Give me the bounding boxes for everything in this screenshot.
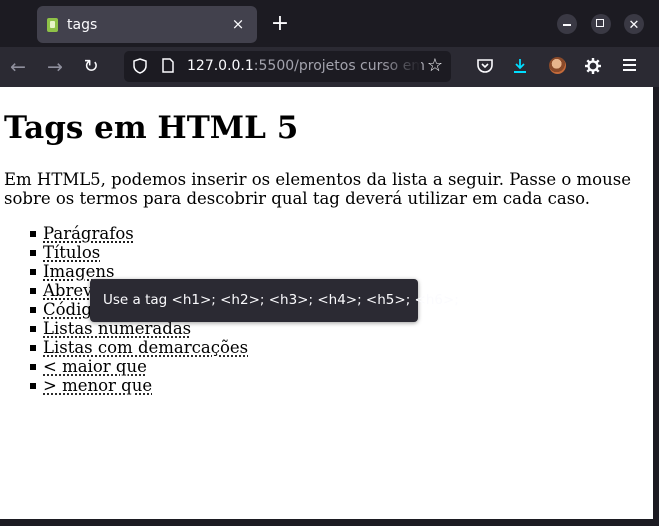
close-window-button[interactable]: ✕ [624,14,644,34]
reload-button[interactable]: ↻ [79,55,103,79]
page-info-icon[interactable] [162,58,174,73]
list-item: Parágrafos [30,224,248,243]
window-edge [653,87,659,526]
bookmark-star-icon[interactable]: ☆ [425,56,445,76]
minimize-button[interactable] [557,14,577,34]
menu-line [622,59,636,61]
avatar-image [548,57,566,74]
url-host: 127.0.0.1 [187,58,254,74]
url-fade [381,51,421,82]
tooltip: Use a tag <h1>; <h2>; <h3>; <h4>; <h5>; … [90,279,459,322]
abbr-titulos[interactable]: Títulos [43,243,100,262]
list-item: Títulos [30,243,248,262]
window-edge [0,519,659,526]
abbr-maior-que[interactable]: < maior que [43,357,147,376]
abbr-paragrafos[interactable]: Parágrafos [43,224,134,243]
maximize-icon [596,19,604,27]
list-item: Listas com demarcações [30,338,248,357]
list-item: < maior que [30,357,248,376]
abbr-listas-demarcacoes[interactable]: Listas com demarcações [43,338,248,357]
html-file-icon [47,17,58,32]
close-icon: ✕ [628,18,640,33]
browser-titlebar: tags × + ✕ [0,0,659,47]
extensions-icon[interactable] [583,56,603,76]
new-tab-button[interactable]: + [268,12,292,36]
menu-line [622,69,636,71]
minimize-icon [563,24,571,26]
menu-line [622,64,636,66]
back-button[interactable]: ← [6,55,30,79]
tab-close-button[interactable]: × [229,15,247,33]
forward-button[interactable]: → [43,55,67,79]
pocket-icon[interactable] [475,56,495,76]
intro-paragraph: Em HTML5, podemos inserir os elementos d… [4,170,631,208]
account-avatar[interactable] [547,56,567,76]
shield-icon[interactable] [133,58,147,74]
address-bar[interactable]: 127.0.0.1:5500/projetos curso em ☆ [124,51,451,82]
tab-title: tags [67,16,98,33]
menu-icon[interactable] [619,56,639,76]
list-item: > menor que [30,376,248,395]
abbr-menor-que[interactable]: > menor que [43,376,152,395]
browser-tab[interactable]: tags × [37,6,257,43]
download-icon[interactable] [510,56,530,76]
navigation-toolbar: ← → ↻ 127.0.0.1:5500/projetos curso em ☆ [0,47,659,87]
maximize-button[interactable] [591,14,611,34]
page-title: Tags em HTML 5 [4,110,299,146]
